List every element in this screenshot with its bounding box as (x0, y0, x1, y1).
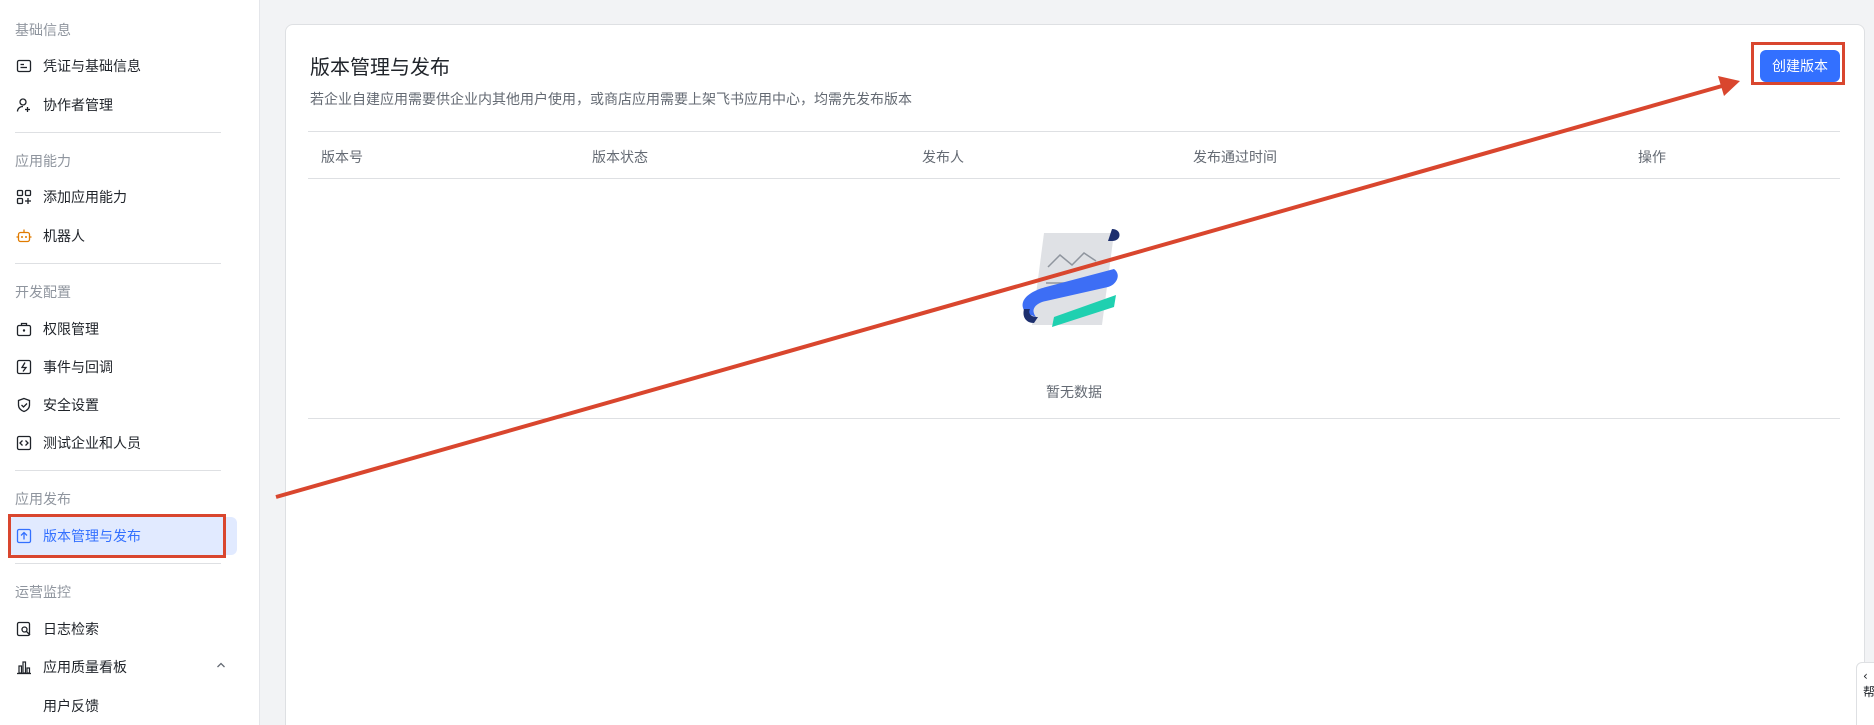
divider (15, 132, 221, 133)
chevron-left-icon: ‹ (1863, 669, 1868, 683)
sidebar: 基础信息 凭证与基础信息 协作者管理 应用能力 添加应用能力 机器人 开发配置 … (0, 0, 260, 725)
column-header-publisher: 发布人 (922, 150, 964, 166)
sidebar-item-label: 日志检索 (43, 622, 99, 638)
event-icon (15, 358, 33, 376)
sidebar-item-label: 凭证与基础信息 (43, 59, 141, 75)
robot-icon (15, 227, 33, 245)
column-header-actions: 操作 (1638, 150, 1666, 166)
log-search-icon (15, 620, 33, 638)
sidebar-item-label: 事件与回调 (43, 360, 113, 376)
empty-text: 暂无数据 (1046, 385, 1102, 401)
group-title-basic: 基础信息 (15, 23, 71, 39)
sidebar-item-collaborators[interactable]: 协作者管理 (8, 86, 237, 124)
credential-icon (15, 57, 33, 75)
divider (15, 470, 221, 471)
sidebar-item-label: 机器人 (43, 229, 85, 245)
sidebar-item-security[interactable]: 安全设置 (8, 386, 237, 424)
side-help-tab[interactable]: ‹ 帮 (1856, 662, 1874, 725)
shield-check-icon (15, 396, 33, 414)
page-description: 若企业自建应用需要供企业内其他用户使用，或商店应用需要上架飞书应用中心，均需先发… (310, 92, 912, 108)
divider (15, 263, 221, 264)
briefcase-icon (15, 320, 33, 338)
divider (15, 563, 221, 564)
sidebar-item-add-capability[interactable]: 添加应用能力 (8, 178, 237, 216)
table-empty-state: 暂无数据 (308, 179, 1840, 419)
sidebar-item-permissions[interactable]: 权限管理 (8, 310, 237, 348)
sidebar-subitem-user-feedback[interactable]: 用户反馈 (43, 696, 99, 716)
grid-add-icon (15, 188, 33, 206)
sidebar-item-label: 权限管理 (43, 322, 99, 338)
page-title: 版本管理与发布 (310, 55, 450, 79)
group-title-monitoring: 运营监控 (15, 585, 71, 601)
sidebar-item-label: 版本管理与发布 (43, 529, 141, 545)
column-header-version: 版本号 (321, 150, 363, 166)
sidebar-item-test-enterprise[interactable]: 测试企业和人员 (8, 424, 237, 462)
sidebar-item-version-management[interactable]: 版本管理与发布 (8, 517, 237, 555)
chevron-up-icon[interactable] (215, 659, 227, 675)
column-header-status: 版本状态 (592, 150, 648, 166)
side-help-tab-label: 帮 (1863, 685, 1874, 699)
sidebar-item-quality-board[interactable]: 应用质量看板 (8, 648, 237, 686)
code-icon (15, 434, 33, 452)
sidebar-item-label: 测试企业和人员 (43, 436, 141, 452)
sidebar-item-bot[interactable]: 机器人 (8, 217, 237, 255)
sidebar-item-credentials[interactable]: 凭证与基础信息 (8, 47, 237, 85)
empty-data-illustration (1022, 229, 1120, 327)
create-version-button[interactable]: 创建版本 (1760, 50, 1840, 82)
version-management-card: 版本管理与发布 若企业自建应用需要供企业内其他用户使用，或商店应用需要上架飞书应… (285, 24, 1865, 725)
version-table-header: 版本号 版本状态 发布人 发布通过时间 操作 (308, 131, 1840, 179)
sidebar-item-label: 安全设置 (43, 398, 99, 414)
user-add-icon (15, 96, 33, 114)
sidebar-item-log-search[interactable]: 日志检索 (8, 610, 237, 648)
group-title-capabilities: 应用能力 (15, 154, 71, 170)
sidebar-item-label: 协作者管理 (43, 98, 113, 114)
group-title-dev-config: 开发配置 (15, 285, 71, 301)
bar-chart-icon (15, 658, 33, 676)
sidebar-item-label: 应用质量看板 (43, 660, 127, 676)
group-title-publish: 应用发布 (15, 492, 71, 508)
column-header-approval-time: 发布通过时间 (1193, 150, 1277, 166)
sidebar-item-label: 添加应用能力 (43, 190, 127, 206)
sidebar-item-events[interactable]: 事件与回调 (8, 348, 237, 386)
upload-icon (15, 527, 33, 545)
